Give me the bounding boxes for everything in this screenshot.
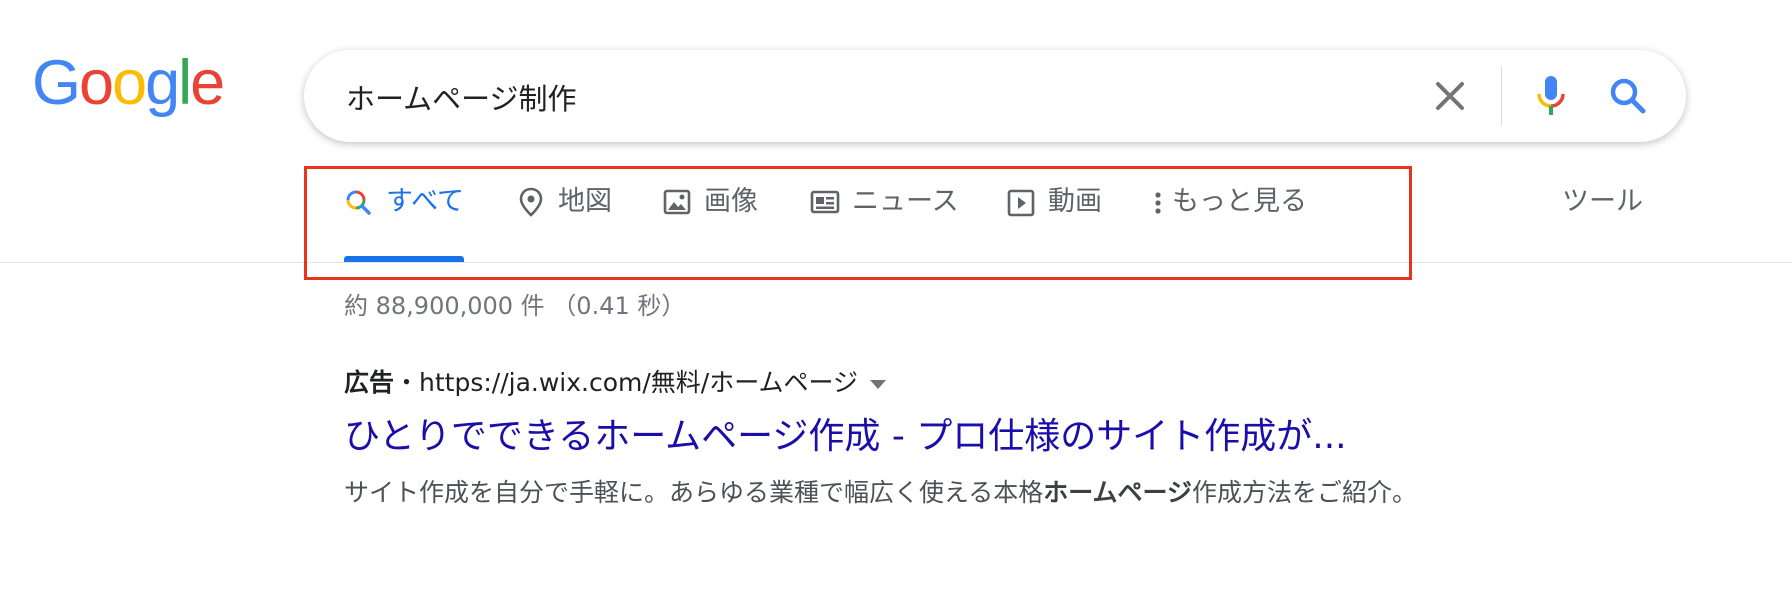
tools-button[interactable]: ツール	[1562, 186, 1643, 218]
snippet-text: 作成方法をご紹介。	[1192, 478, 1418, 507]
result-stats: 約 88,900,000 件 （0.41 秒）	[344, 292, 686, 320]
caret-down-icon[interactable]	[869, 379, 886, 389]
search-box	[304, 50, 1686, 142]
ad-url-line: 広告・https://ja.wix.com/無料/ホームページ	[344, 366, 886, 400]
ad-label: 広告	[344, 368, 395, 397]
close-icon[interactable]	[1428, 74, 1472, 118]
logo-letter: G	[32, 48, 81, 118]
ad-snippet: サイト作成を自分で手軽に。あらゆる業種で幅広く使える本格ホームページ作成方法をご…	[344, 472, 1504, 514]
google-logo[interactable]: Google	[32, 48, 225, 118]
snippet-text: サイト作成を自分で手軽に。あらゆる業種で幅広く使える本格	[344, 478, 1044, 507]
logo-letter: l	[178, 48, 192, 118]
logo-letter: e	[190, 48, 225, 118]
search-input[interactable]	[344, 72, 1408, 122]
ad-separator: ・	[394, 368, 420, 397]
logo-letter: g	[145, 48, 180, 118]
microphone-icon[interactable]	[1526, 70, 1576, 120]
snippet-bold-text: ホームページ	[1043, 478, 1193, 507]
logo-letter: o	[112, 48, 147, 118]
search-results-page: Google ホームページ制作 すべて 地図 画像 ニュース 動画 もっと見る …	[0, 0, 1792, 594]
logo-letter: o	[79, 48, 114, 118]
annotation-highlight-box	[304, 166, 1412, 280]
ad-url[interactable]: https://ja.wix.com/無料/ホームページ	[419, 368, 858, 397]
search-box-divider	[1501, 66, 1502, 126]
ad-title-link[interactable]: ひとりでできるホームページ作成 - プロ仕様のサイト作成が...	[344, 412, 1347, 462]
search-icon[interactable]	[1604, 72, 1652, 120]
